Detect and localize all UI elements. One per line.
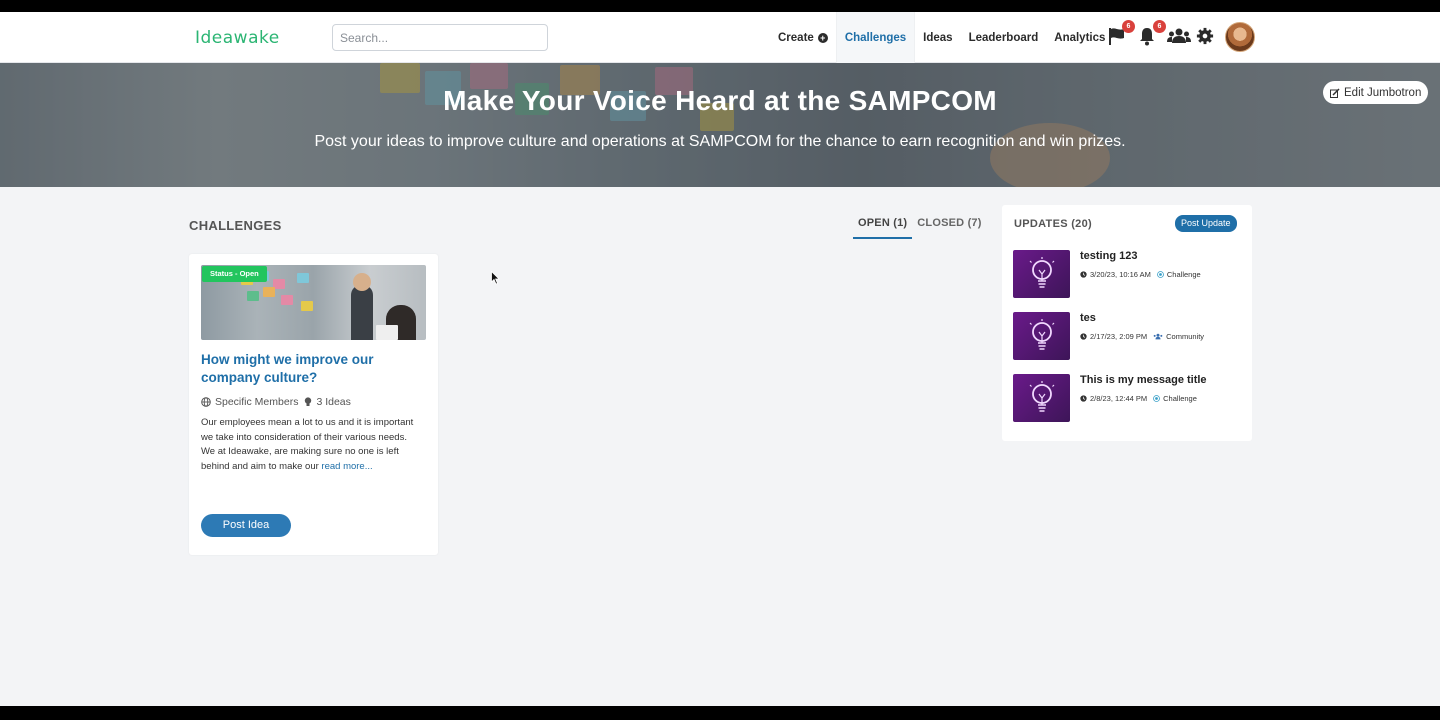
update-type: Community bbox=[1166, 332, 1205, 341]
clock-icon bbox=[1080, 271, 1087, 278]
search-input[interactable] bbox=[332, 24, 548, 51]
edit-jumbotron-button[interactable]: Edit Jumbotron bbox=[1323, 81, 1429, 104]
jumbotron-overlay bbox=[0, 63, 1440, 187]
bell-badge: 6 bbox=[1153, 20, 1166, 33]
update-item[interactable]: tes 2/17/23, 2:09 PM Community bbox=[1013, 312, 1243, 360]
challenge-title[interactable]: How might we improve our company culture… bbox=[201, 351, 421, 387]
community-icon bbox=[1153, 333, 1163, 340]
nav-challenges[interactable]: Challenges bbox=[835, 12, 916, 63]
nav-ideas[interactable]: Ideas bbox=[915, 12, 960, 63]
clock-icon bbox=[1080, 395, 1087, 402]
update-thumbnail bbox=[1013, 250, 1070, 298]
jumbotron-subtitle: Post your ideas to improve culture and o… bbox=[314, 133, 1126, 150]
nav-create-label: Create bbox=[778, 31, 814, 44]
flag-icon[interactable]: 6 bbox=[1107, 20, 1135, 48]
lightbulb-icon bbox=[305, 397, 312, 406]
ideas-count: 3 Ideas bbox=[316, 396, 351, 408]
plus-circle-icon: + bbox=[817, 32, 828, 43]
nav-links: Create + Challenges Ideas Leaderboard An… bbox=[770, 12, 1113, 63]
mouse-cursor-icon bbox=[491, 271, 500, 285]
jumbotron: Make Your Voice Heard at the SAMPCOM Pos… bbox=[0, 63, 1440, 187]
bell-icon[interactable]: 6 bbox=[1138, 20, 1166, 48]
nav-analytics[interactable]: Analytics bbox=[1046, 12, 1113, 63]
challenge-tabs: OPEN (1) CLOSED (7) bbox=[853, 217, 987, 239]
post-update-button[interactable]: Post Update bbox=[1175, 215, 1237, 232]
update-type: Challenge bbox=[1163, 394, 1197, 403]
update-meta: 3/20/23, 10:16 AM Challenge bbox=[1080, 270, 1201, 279]
read-more-link[interactable]: read more... bbox=[321, 461, 372, 472]
update-thumbnail bbox=[1013, 312, 1070, 360]
updates-title: UPDATES (20) bbox=[1014, 218, 1092, 230]
update-title: tes bbox=[1080, 312, 1096, 324]
challenge-meta: Specific Members 3 Ideas bbox=[201, 396, 351, 408]
ideawake-logo[interactable]: Ideawake bbox=[195, 28, 315, 48]
update-date: 3/20/23, 10:16 AM bbox=[1090, 270, 1151, 279]
update-date: 2/8/23, 12:44 PM bbox=[1090, 394, 1148, 403]
description-text: Our employees mean a lot to us and it is… bbox=[201, 417, 414, 472]
lightbulb-icon bbox=[1029, 381, 1054, 412]
challenge-description: Our employees mean a lot to us and it is… bbox=[201, 416, 423, 474]
update-item[interactable]: testing 123 3/20/23, 10:16 AM Challenge bbox=[1013, 250, 1243, 298]
status-badge: Status - Open bbox=[202, 266, 267, 282]
update-item[interactable]: This is my message title 2/8/23, 12:44 P… bbox=[1013, 374, 1243, 422]
jumbotron-title: Make Your Voice Heard at the SAMPCOM bbox=[443, 85, 997, 116]
nav-leaderboard[interactable]: Leaderboard bbox=[961, 12, 1047, 63]
page: Ideawake Create + Challenges Ideas Leade… bbox=[0, 12, 1440, 706]
tab-open[interactable]: OPEN (1) bbox=[853, 217, 913, 239]
clock-icon bbox=[1080, 333, 1087, 340]
challenges-heading: CHALLENGES bbox=[189, 218, 282, 233]
challenge-icon bbox=[1157, 271, 1164, 278]
edit-icon bbox=[1330, 87, 1340, 98]
user-avatar[interactable] bbox=[1225, 22, 1255, 52]
nav-create[interactable]: Create + bbox=[770, 12, 836, 63]
lightbulb-icon bbox=[1029, 257, 1054, 288]
logo-text: Ideawake bbox=[195, 28, 280, 48]
users-icon[interactable] bbox=[1167, 26, 1191, 48]
update-date: 2/17/23, 2:09 PM bbox=[1090, 332, 1148, 341]
tab-closed[interactable]: CLOSED (7) bbox=[912, 217, 986, 239]
flag-badge: 6 bbox=[1122, 20, 1135, 33]
update-meta: 2/8/23, 12:44 PM Challenge bbox=[1080, 394, 1197, 403]
challenge-card: Status - Open How might we improve our c… bbox=[189, 254, 438, 555]
edit-jumbotron-label: Edit Jumbotron bbox=[1344, 86, 1422, 99]
update-type: Challenge bbox=[1166, 270, 1201, 279]
gear-icon[interactable] bbox=[1196, 26, 1218, 48]
updates-panel: UPDATES (20) Post Update testing 123 3/2… bbox=[1002, 205, 1252, 441]
globe-icon bbox=[201, 397, 211, 407]
update-title: This is my message title bbox=[1080, 374, 1207, 386]
challenge-image[interactable]: Status - Open bbox=[201, 265, 426, 340]
challenge-icon bbox=[1153, 395, 1160, 402]
update-thumbnail bbox=[1013, 374, 1070, 422]
update-title: testing 123 bbox=[1080, 250, 1138, 262]
post-idea-button[interactable]: Post Idea bbox=[201, 514, 291, 537]
visibility-label: Specific Members bbox=[215, 396, 299, 408]
lightbulb-icon bbox=[1029, 319, 1054, 350]
top-navbar: Ideawake Create + Challenges Ideas Leade… bbox=[0, 12, 1440, 63]
update-meta: 2/17/23, 2:09 PM Community bbox=[1080, 332, 1204, 341]
